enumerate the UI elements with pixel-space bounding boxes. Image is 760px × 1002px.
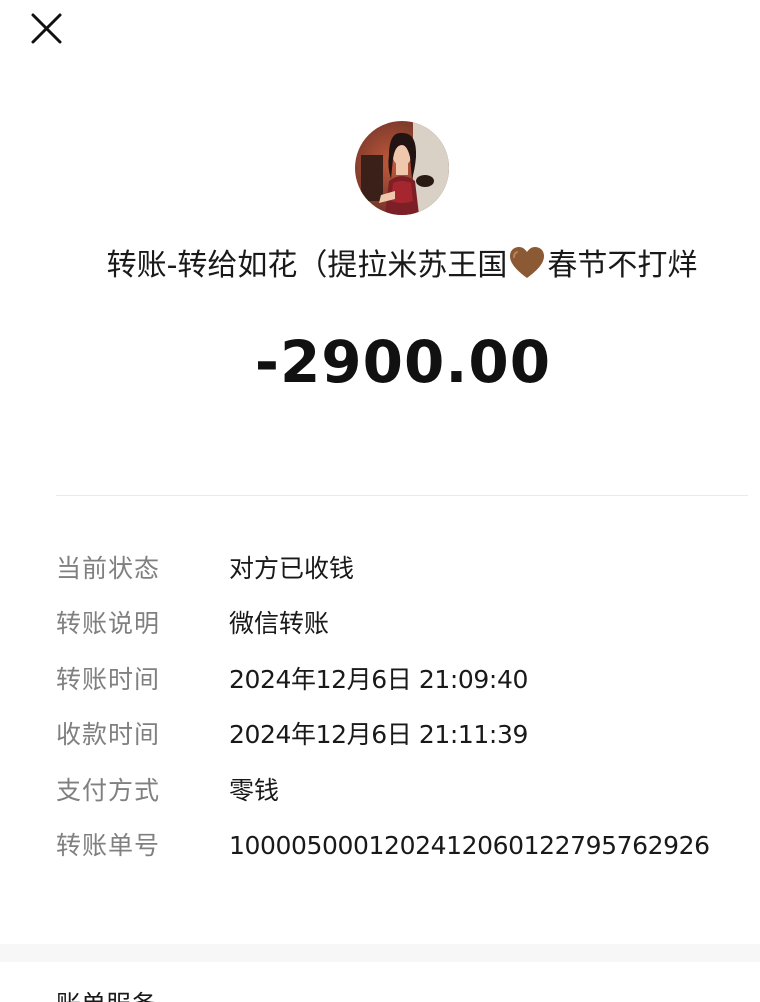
receive-time-label: 收款时间 (56, 720, 161, 750)
title-suffix: 春节不打烊 (547, 248, 698, 283)
avatar[interactable] (355, 121, 449, 215)
close-icon (31, 13, 62, 44)
transfer-amount: -2900.00 (254, 328, 552, 396)
transfer-title: 转账-转给如花（提拉米苏王国 春节不打烊 (0, 243, 760, 289)
status-label: 当前状态 (56, 554, 161, 583)
transfer-id-label: 转账单号 (56, 830, 161, 860)
transfer-id-value[interactable]: 1000050001202412060122795762926 (229, 818, 710, 874)
divider (56, 495, 748, 496)
status-value: 对方已收钱 (229, 554, 355, 583)
detail-row-payment-method: 支付方式 零钱 (0, 763, 760, 818)
note-value: 微信转账 (229, 609, 330, 639)
brown-heart-icon (510, 247, 545, 278)
receive-time-value: 2024年12月6日 21:11:39 (229, 720, 528, 750)
close-button[interactable] (22, 8, 72, 52)
transfer-time-value: 2024年12月6日 21:09:40 (229, 664, 528, 694)
transfer-time-label: 转账时间 (56, 664, 161, 694)
payment-method-value: 零钱 (229, 775, 280, 805)
detail-list: 当前状态 对方已收钱 转账说明 微信转账 转账时间 2024年12月6日 21:… (0, 541, 760, 873)
detail-row-receive-time: 收款时间 2024年12月6日 21:11:39 (0, 707, 760, 762)
detail-row-note: 转账说明 微信转账 (0, 596, 760, 651)
payment-method-label: 支付方式 (56, 775, 161, 805)
detail-row-status: 当前状态 对方已收钱 (0, 541, 760, 596)
title-text: 转账-转给如花（提拉米苏王国 (106, 248, 508, 283)
transfer-detail-sheet: 转账-转给如花（提拉米苏王国 春节不打烊 -2900.00 当前状态 对方已收钱 … (0, 0, 760, 944)
note-label: 转账说明 (56, 609, 161, 639)
bill-service-card[interactable]: 账单服务 (0, 962, 760, 1002)
detail-row-transfer-id: 转账单号 1000050001202412060122795762926 (0, 818, 760, 873)
bill-service-label: 账单服务 (56, 990, 156, 1002)
detail-row-transfer-time: 转账时间 2024年12月6日 21:09:40 (0, 652, 760, 707)
